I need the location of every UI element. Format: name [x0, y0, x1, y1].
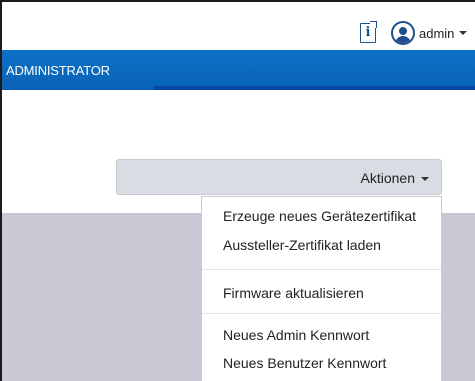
menu-divider: [202, 313, 441, 314]
menu-item-new-user-password[interactable]: Neues Benutzer Kennwort: [223, 355, 386, 371]
user-name: admin: [419, 25, 455, 41]
menu-item-update-firmware[interactable]: Firmware aktualisieren: [223, 285, 364, 301]
user-menu[interactable]: admin: [391, 20, 468, 46]
menu-divider: [202, 269, 441, 270]
menu-item-load-issuer-certificate[interactable]: Aussteller-Zertifikat laden: [223, 237, 381, 253]
actions-dropdown-menu: Erzeuge neues Gerätezertifikat Ausstelle…: [201, 196, 442, 381]
actions-button[interactable]: Aktionen: [116, 159, 442, 195]
chevron-down-icon: [421, 177, 429, 181]
navbar: ADMINISTRATOR: [2, 50, 475, 90]
menu-item-create-device-certificate[interactable]: Erzeuge neues Gerätezertifikat: [223, 208, 416, 224]
actions-label: Aktionen: [360, 170, 415, 186]
info-icon[interactable]: i: [360, 21, 377, 43]
user-avatar-icon: [391, 21, 415, 45]
tab-administrator[interactable]: ADMINISTRATOR: [6, 63, 110, 78]
top-bar: i admin: [2, 2, 475, 50]
menu-item-new-admin-password[interactable]: Neues Admin Kennwort: [223, 327, 369, 343]
chevron-down-icon: [459, 31, 468, 35]
